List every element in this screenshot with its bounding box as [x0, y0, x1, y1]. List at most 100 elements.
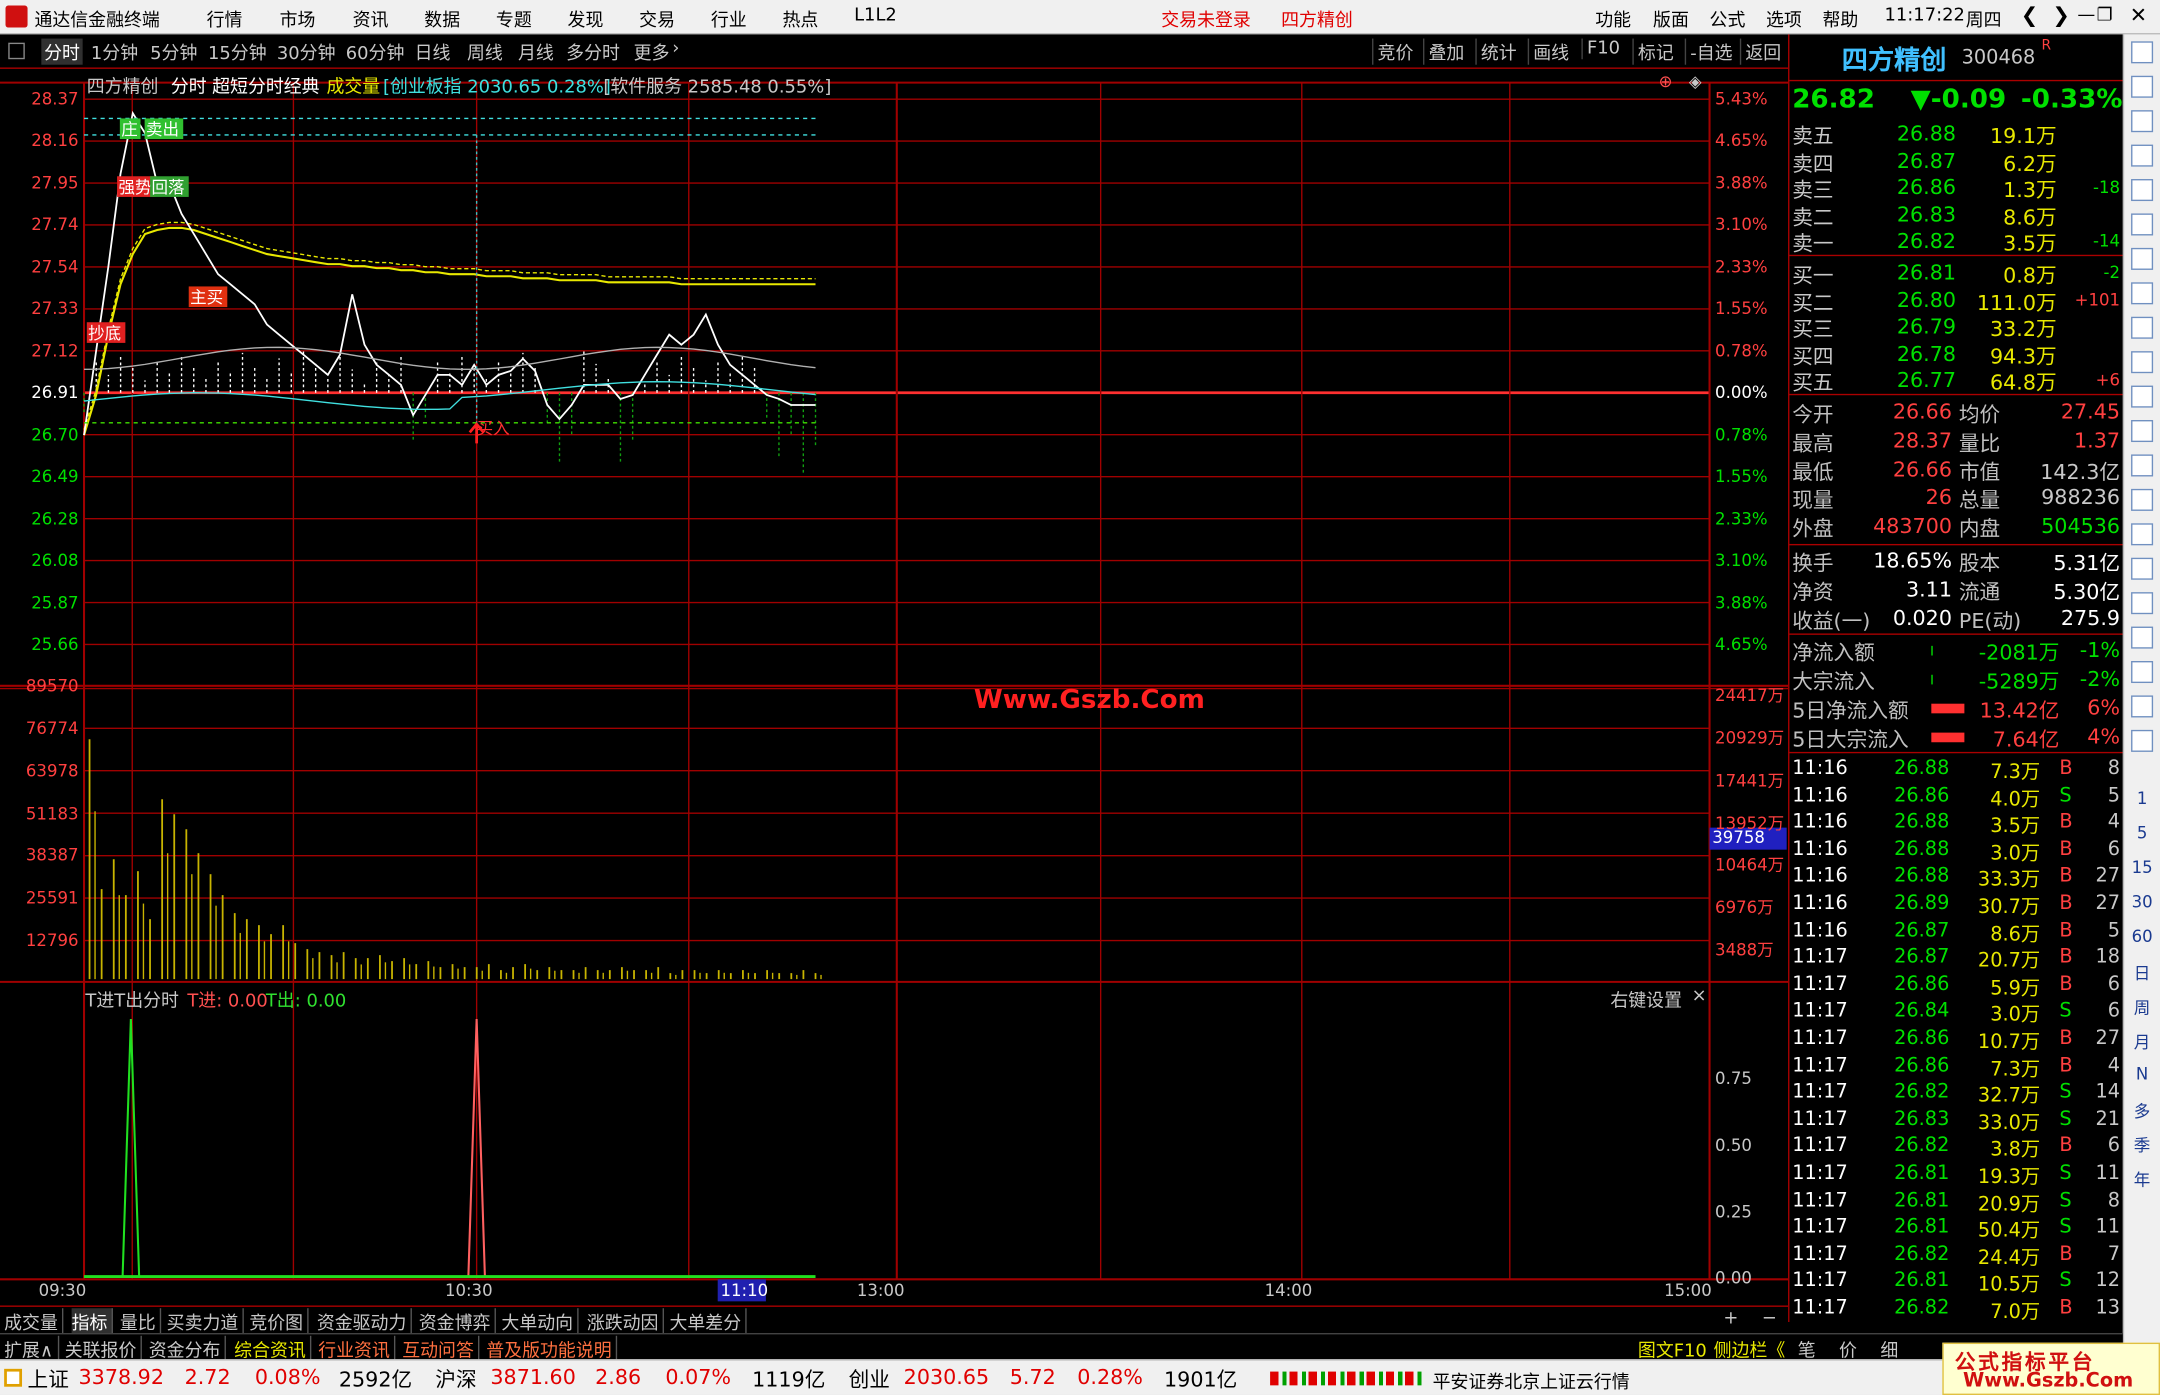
chart-expand-icon[interactable]: ◈ — [1689, 72, 1702, 91]
indicator-tab-1[interactable]: 指标 — [71, 1308, 113, 1335]
period-tab-5[interactable]: 60分钟 — [346, 39, 405, 65]
asks-row[interactable]: 卖三 26.86 1.3万 -18 — [1789, 174, 2122, 203]
tick-row[interactable]: 11:17 26.81 50.4万 S 11 — [1789, 1215, 2122, 1242]
intraday-chart[interactable]: 庄卖出 强势 回落 主买 抄底 买入 28.37 5.43% 28.16 4.65% 27.95 3… — [0, 69, 1789, 1308]
menu-item-2[interactable]: 资讯 — [353, 6, 389, 32]
tick-row[interactable]: 11:17 26.82 7.0万 B 13 — [1789, 1296, 2122, 1323]
trend-icon[interactable] — [2131, 213, 2154, 236]
tick-row[interactable]: 11:17 26.82 32.7万 S 14 — [1789, 1080, 2122, 1107]
chart-action-5[interactable]: 标记 — [1632, 38, 1674, 65]
tick-row[interactable]: 11:16 26.88 33.3万 B 27 — [1789, 864, 2122, 891]
chart-icon[interactable] — [2131, 592, 2154, 615]
tick-row[interactable]: 11:17 26.86 5.9万 B 6 — [1789, 972, 2122, 999]
ext-tab-3[interactable]: 综合资讯 — [234, 1335, 312, 1362]
tick-row[interactable]: 11:17 26.86 10.7万 B 27 — [1789, 1026, 2122, 1053]
indicator-settings[interactable]: 右键设置 — [1610, 986, 1682, 1013]
menu-item-3[interactable]: 数据 — [424, 6, 460, 32]
clock-icon[interactable] — [2131, 454, 2154, 477]
chart-action-6[interactable]: -自选 — [1684, 38, 1733, 65]
sidebar-period-3[interactable]: 30 — [2130, 892, 2155, 911]
period-tab-1[interactable]: 1分钟 — [91, 39, 138, 65]
chart-icon[interactable] — [2131, 488, 2154, 511]
stock-tag[interactable]: 四方精创 — [1281, 6, 1353, 32]
bids-row[interactable]: 买二 26.80 111.0万 +101 — [1789, 286, 2122, 315]
sidebar-period-2[interactable]: 15 — [2130, 858, 2155, 877]
indicator-tab-4[interactable]: 竞价图 — [249, 1308, 309, 1335]
bids-row[interactable]: 买四 26.78 94.3万 — [1789, 340, 2122, 369]
period-tab-7[interactable]: 周线 — [467, 39, 503, 65]
indicator-tab-7[interactable]: 大单动向 — [501, 1308, 579, 1335]
sidebar-period-5[interactable]: 日 — [2130, 961, 2155, 984]
tick-row[interactable]: 11:17 26.82 24.4万 B 7 — [1789, 1242, 2122, 1269]
side-tab-2[interactable]: 笔 — [1798, 1336, 1816, 1362]
period-tab-6[interactable]: 日线 — [415, 39, 451, 65]
back-arrow-icon[interactable]: ❮ — [2021, 3, 2038, 28]
menu-item-1[interactable]: 市场 — [280, 6, 316, 32]
tick-row[interactable]: 11:17 26.84 3.0万 S 6 — [1789, 999, 2122, 1026]
right-menu-item-1[interactable]: 版面 — [1653, 6, 1689, 32]
menu-item-6[interactable]: 交易 — [639, 6, 675, 32]
right-menu-item-2[interactable]: 公式 — [1710, 6, 1746, 32]
calendar-icon[interactable] — [2131, 385, 2154, 408]
tick-row[interactable]: 11:17 26.81 19.3万 S 11 — [1789, 1161, 2122, 1188]
chart-icon[interactable] — [2131, 557, 2154, 580]
candle-icon[interactable] — [2131, 247, 2154, 270]
forward-arrow-icon[interactable]: ❯ — [2053, 3, 2070, 28]
side-tab-1[interactable]: 侧边栏《 — [1714, 1336, 1786, 1362]
restore-icon[interactable]: ❐ — [2097, 6, 2113, 27]
menu-item-9[interactable]: L1L2 — [854, 6, 897, 27]
tick-row[interactable]: 11:16 26.88 3.5万 B 4 — [1789, 810, 2122, 837]
chart-icon[interactable] — [2131, 523, 2154, 546]
asks-row[interactable]: 卖二 26.83 8.6万 — [1789, 201, 2122, 230]
tick-row[interactable]: 11:17 26.81 20.9万 S 8 — [1789, 1188, 2122, 1215]
asks-row[interactable]: 卖五 26.88 19.1万 — [1789, 120, 2122, 149]
chart-action-4[interactable]: F10 — [1581, 38, 1620, 60]
menu-item-5[interactable]: 发现 — [568, 6, 604, 32]
tick-row[interactable]: 11:16 26.87 8.6万 B 5 — [1789, 918, 2122, 945]
add-tab-icon[interactable]: + — [1723, 1308, 1738, 1329]
minimize-icon[interactable]: — — [2077, 6, 2095, 27]
indicator-tab-2[interactable]: 量比 — [120, 1308, 162, 1335]
period-tab-4[interactable]: 30分钟 — [277, 39, 336, 65]
doc-icon[interactable] — [2131, 282, 2154, 305]
bids-row[interactable]: 买五 26.77 64.8万 +6 — [1789, 367, 2122, 396]
asks-row[interactable]: 卖一 26.82 3.5万 -14 — [1789, 228, 2122, 257]
right-menu-item-3[interactable]: 选项 — [1766, 6, 1802, 32]
pen-icon[interactable] — [2131, 661, 2154, 684]
bids-row[interactable]: 买三 26.79 33.2万 — [1789, 313, 2122, 342]
ext-tab-5[interactable]: 互动问答 — [402, 1335, 480, 1362]
period-tab-2[interactable]: 5分钟 — [150, 39, 197, 65]
sidebar-period-11[interactable]: 年 — [2130, 1168, 2155, 1191]
percent-icon[interactable] — [2131, 626, 2154, 649]
news-icon[interactable] — [2131, 144, 2154, 167]
grid-icon[interactable] — [2131, 179, 2154, 202]
sidebar-period-0[interactable]: 1 — [2130, 789, 2155, 808]
sidebar-period-10[interactable]: 季 — [2130, 1133, 2155, 1156]
tick-row[interactable]: 11:17 26.87 20.7万 B 18 — [1789, 945, 2122, 972]
tick-row[interactable]: 11:16 26.88 3.0万 B 6 — [1789, 837, 2122, 864]
chart-action-7[interactable]: 返回 — [1739, 38, 1781, 65]
tick-row[interactable]: 11:16 26.88 7.3万 B 8 — [1789, 756, 2122, 783]
sidebar-period-8[interactable]: N — [2130, 1064, 2155, 1083]
ext-tab-2[interactable]: 资金分布 — [149, 1335, 226, 1362]
ext-tab-4[interactable]: 行业资讯 — [318, 1335, 396, 1362]
period-tab-3[interactable]: 15分钟 — [208, 39, 267, 65]
chart-action-3[interactable]: 画线 — [1527, 38, 1569, 65]
refresh-icon[interactable] — [2131, 729, 2154, 752]
menu-item-0[interactable]: 行情 — [207, 6, 243, 32]
tick-row[interactable]: 11:16 26.86 4.0万 S 5 — [1789, 783, 2122, 810]
sidebar-period-7[interactable]: 月 — [2130, 1030, 2155, 1053]
menu-item-7[interactable]: 行业 — [711, 6, 747, 32]
tick-row[interactable]: 11:17 26.86 7.3万 B 4 — [1789, 1053, 2122, 1080]
right-menu-item-4[interactable]: 帮助 — [1822, 6, 1858, 32]
ext-tab-6[interactable]: 普及版功能说明 — [486, 1335, 618, 1362]
down-arrow-icon[interactable] — [2131, 110, 2154, 133]
period-tab-10[interactable]: 更多 — [634, 39, 670, 65]
right-menu-item-0[interactable]: 功能 — [1595, 6, 1631, 32]
close-icon[interactable]: ✕ — [2130, 3, 2147, 28]
f2-icon[interactable] — [2131, 420, 2154, 443]
period-tab-8[interactable]: 月线 — [518, 39, 554, 65]
more-chevron-icon[interactable]: › — [672, 39, 679, 60]
indicator-tab-9[interactable]: 大单差分 — [669, 1308, 747, 1335]
asks-row[interactable]: 卖四 26.87 6.2万 — [1789, 147, 2122, 176]
